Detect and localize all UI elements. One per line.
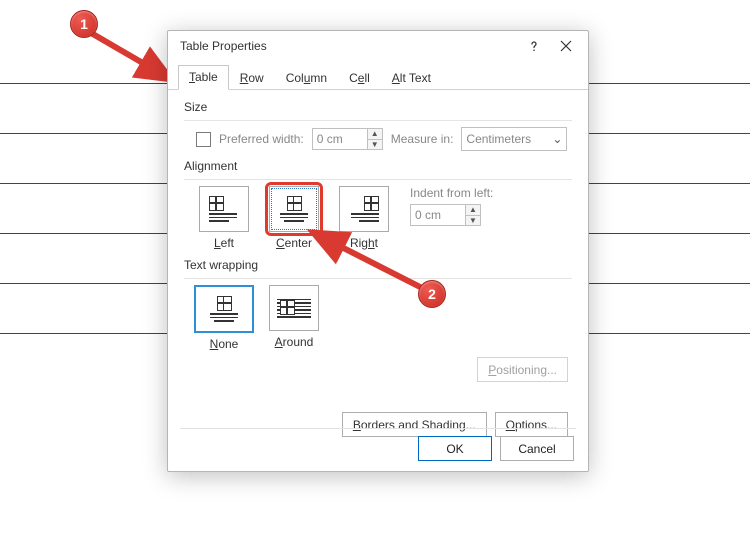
preferred-width-checkbox[interactable]: [196, 132, 211, 147]
options-button[interactable]: Options...: [495, 412, 568, 437]
spin-down-icon[interactable]: ▼: [368, 139, 382, 150]
preferred-width-label: Preferred width:: [219, 132, 304, 146]
spin-up-icon[interactable]: ▲: [466, 205, 480, 215]
tab-alt-text[interactable]: Alt Text: [381, 66, 442, 90]
chevron-down-icon: ⌄: [552, 132, 562, 146]
spin-down-icon[interactable]: ▼: [466, 215, 480, 226]
tab-column[interactable]: Column: [275, 66, 338, 90]
spin-up-icon[interactable]: ▲: [368, 129, 382, 139]
annotation-badge-1: 1: [70, 10, 98, 38]
tab-row[interactable]: Row: [229, 66, 275, 90]
borders-shading-button[interactable]: Borders and Shading...: [342, 412, 487, 437]
tab-strip: Table Row Column Cell Alt Text: [168, 63, 588, 90]
wrap-around-label: Around: [275, 335, 314, 349]
measure-in-label: Measure in:: [391, 132, 454, 146]
tab-table[interactable]: Table: [178, 65, 229, 90]
preferred-width-spinner[interactable]: 0 cm ▲▼: [312, 128, 383, 150]
close-button[interactable]: [550, 32, 582, 60]
preferred-width-value[interactable]: 0 cm: [312, 128, 368, 150]
size-group-label: Size: [184, 100, 572, 114]
dialog-titlebar: Table Properties: [168, 31, 588, 61]
dialog-title: Table Properties: [174, 39, 518, 53]
help-button[interactable]: [518, 32, 550, 60]
wrap-none-option[interactable]: [194, 285, 254, 333]
cancel-button[interactable]: Cancel: [500, 436, 574, 461]
indent-from-left-label: Indent from left:: [410, 186, 493, 200]
tab-cell[interactable]: Cell: [338, 66, 381, 90]
measure-in-select[interactable]: Centimeters ⌄: [461, 127, 567, 151]
positioning-button[interactable]: Positioning...: [477, 357, 568, 382]
align-left-label: Left: [214, 236, 234, 250]
wrap-none-label: None: [210, 337, 239, 351]
annotation-badge-2: 2: [418, 280, 446, 308]
align-left-option[interactable]: [199, 186, 249, 232]
ok-button[interactable]: OK: [418, 436, 492, 461]
alignment-group-label: Alignment: [184, 159, 572, 173]
measure-in-value: Centimeters: [466, 132, 531, 146]
